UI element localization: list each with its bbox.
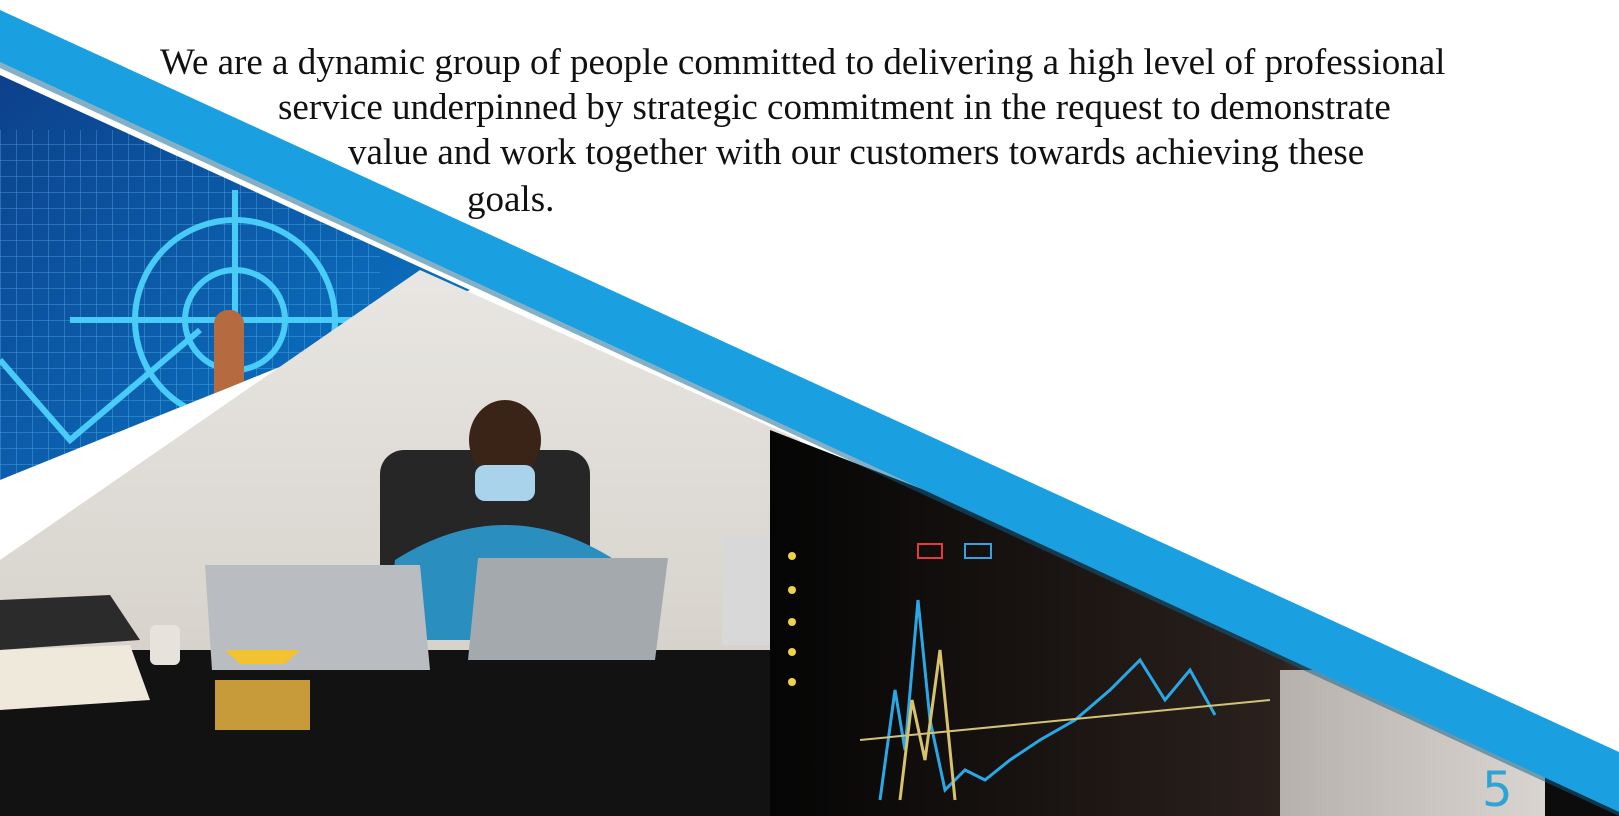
slide: We are a dynamic group of people committ… — [0, 0, 1619, 816]
mission-statement-line-1: We are a dynamic group of people committ… — [160, 42, 1446, 83]
mission-statement-line-4: goals. — [467, 179, 555, 220]
mission-statement-line-3: value and work together with our custome… — [348, 132, 1365, 173]
page-number: 5 — [1482, 762, 1513, 816]
mission-statement-line-2: service underpinned by strategic commitm… — [278, 87, 1391, 128]
